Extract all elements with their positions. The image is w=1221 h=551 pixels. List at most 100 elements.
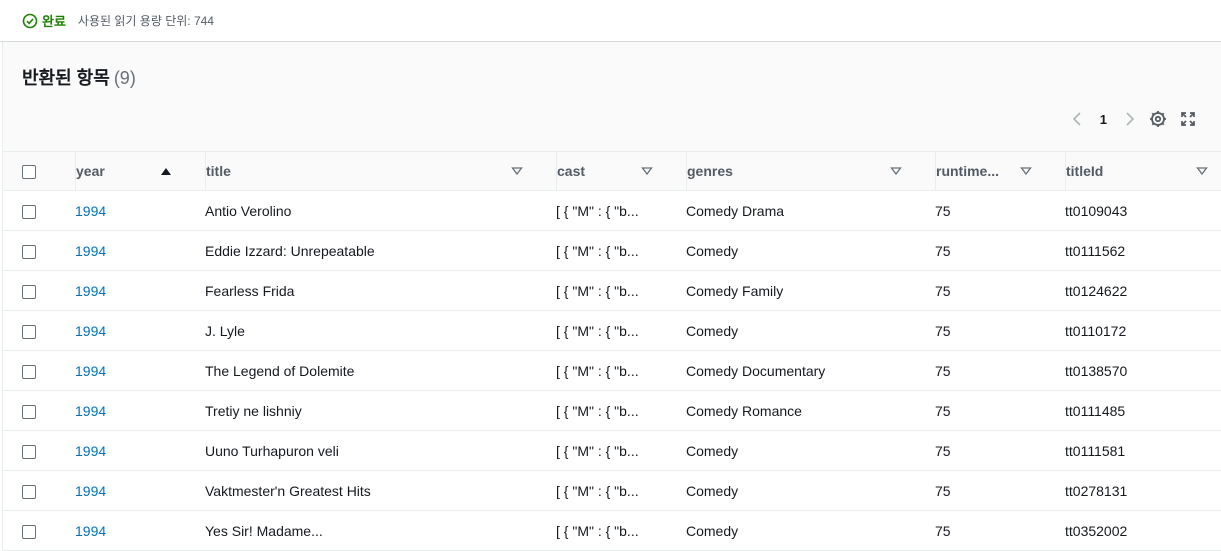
title-cell: Fearless Frida (205, 282, 295, 299)
cast-cell: [ { "M" : { "b... (556, 362, 639, 379)
caret-down-icon (1196, 167, 1208, 176)
table-row[interactable]: 1994 Uuno Turhapuron veli [ { "M" : { "b… (3, 431, 1221, 471)
year-link[interactable]: 1994 (75, 203, 106, 219)
row-checkbox[interactable] (22, 284, 36, 299)
item-count: (9) (113, 68, 136, 88)
titleid-cell: tt0110172 (1065, 322, 1127, 339)
table-tools (1139, 108, 1199, 130)
column-header-genres[interactable]: genres (667, 152, 916, 191)
column-label: titleId (1066, 163, 1104, 179)
status-bar: 완료 사용된 읽기 용량 단위: 744 (0, 0, 1221, 42)
titleid-cell: tt0278131 (1065, 482, 1128, 499)
chevron-left-icon (1072, 112, 1081, 126)
year-link[interactable]: 1994 (75, 443, 106, 459)
genres-cell: Comedy Drama (686, 202, 785, 219)
table-row[interactable]: 1994 Antio Verolino [ { "M" : { "b... Co… (3, 191, 1221, 231)
row-checkbox[interactable] (22, 524, 36, 539)
table-row[interactable]: 1994 Fearless Frida [ { "M" : { "b... Co… (3, 271, 1221, 311)
runtime-cell: 75 (935, 282, 951, 299)
page-number-button[interactable]: 1 (1100, 112, 1107, 127)
genres-cell: Comedy Family (686, 282, 784, 299)
titleid-cell: tt0109043 (1065, 202, 1128, 219)
runtime-cell: 75 (935, 442, 951, 459)
row-checkbox[interactable] (22, 324, 36, 339)
column-header-title[interactable]: title (186, 152, 537, 191)
year-link[interactable]: 1994 (75, 483, 106, 499)
titleid-cell: tt0352002 (1065, 522, 1128, 539)
row-checkbox[interactable] (22, 244, 36, 259)
column-label: genres (687, 163, 733, 179)
column-label: cast (557, 163, 586, 179)
caret-down-icon (641, 167, 653, 176)
preferences-button[interactable] (1147, 108, 1169, 130)
runtime-cell: 75 (935, 242, 951, 259)
panel-header: 반환된 항목 (9) 1 (3, 42, 1221, 152)
title-cell: Tretiy ne lishniy (205, 402, 302, 419)
genres-cell: Comedy Romance (686, 402, 802, 419)
year-link[interactable]: 1994 (75, 523, 106, 539)
column-header-runtime[interactable]: runtime... (916, 152, 1046, 191)
table-row[interactable]: 1994 J. Lyle [ { "M" : { "b... Comedy 75… (3, 311, 1221, 351)
year-link[interactable]: 1994 (75, 403, 106, 419)
next-page-button[interactable] (1119, 108, 1141, 130)
runtime-cell: 75 (935, 522, 951, 539)
cast-cell: [ { "M" : { "b... (556, 242, 639, 259)
cast-cell: [ { "M" : { "b... (556, 442, 639, 459)
title-cell: The Legend of Dolemite (205, 362, 355, 379)
year-link[interactable]: 1994 (75, 283, 106, 299)
year-link[interactable]: 1994 (75, 363, 106, 379)
genres-cell: Comedy (686, 322, 739, 339)
cast-cell: [ { "M" : { "b... (556, 282, 639, 299)
genres-cell: Comedy (686, 482, 739, 499)
cast-cell: [ { "M" : { "b... (556, 522, 639, 539)
previous-page-button[interactable] (1066, 108, 1088, 130)
status-detail: 사용된 읽기 용량 단위: 744 (77, 14, 214, 28)
title-cell: Antio Verolino (205, 202, 292, 219)
genres-cell: Comedy (686, 242, 739, 259)
table-header-row: year title cast genres runtime... titleI… (3, 152, 1221, 191)
table-row[interactable]: 1994 The Legend of Dolemite [ { "M" : { … (3, 351, 1221, 391)
panel-title-text: 반환된 항목 (22, 68, 110, 88)
year-link[interactable]: 1994 (75, 243, 106, 259)
row-checkbox[interactable] (22, 404, 36, 419)
results-panel: 반환된 항목 (9) 1 year title cast genres runt… (2, 42, 1221, 551)
title-cell: Eddie Izzard: Unrepeatable (205, 242, 375, 259)
row-checkbox[interactable] (22, 204, 36, 219)
chevron-right-icon (1126, 112, 1135, 126)
caret-down-icon (1020, 167, 1032, 176)
titleid-cell: tt0111562 (1065, 242, 1126, 259)
cast-cell: [ { "M" : { "b... (556, 202, 639, 219)
table-row[interactable]: 1994 Vaktmester'n Greatest Hits [ { "M" … (3, 471, 1221, 511)
results-table: year title cast genres runtime... titleI… (3, 152, 1221, 551)
status-label: 완료 (42, 14, 66, 29)
row-checkbox[interactable] (22, 364, 36, 379)
runtime-cell: 75 (935, 402, 951, 419)
column-header-cast[interactable]: cast (537, 152, 667, 191)
row-checkbox[interactable] (22, 484, 36, 499)
column-label: title (206, 163, 231, 179)
select-all-checkbox[interactable] (22, 165, 36, 180)
column-label: year (76, 163, 105, 179)
status-completed: 완료 (22, 11, 66, 30)
select-all-header (3, 152, 56, 191)
caret-down-icon (890, 167, 902, 176)
titleid-cell: tt0138570 (1065, 362, 1128, 379)
genres-cell: Comedy Documentary (686, 362, 826, 379)
column-header-titleid[interactable]: titleId (1046, 152, 1221, 191)
check-circle-icon (22, 13, 38, 28)
row-checkbox[interactable] (22, 444, 36, 459)
column-header-year[interactable]: year (56, 152, 186, 191)
panel-title: 반환된 항목 (9) (22, 64, 136, 90)
runtime-cell: 75 (935, 482, 951, 499)
caret-down-icon (511, 167, 523, 176)
table-row[interactable]: 1994 Yes Sir! Madame... [ { "M" : { "b..… (3, 511, 1221, 551)
column-label: runtime... (936, 163, 1000, 179)
title-cell: Vaktmester'n Greatest Hits (205, 482, 371, 499)
cast-cell: [ { "M" : { "b... (556, 482, 639, 499)
year-link[interactable]: 1994 (75, 323, 106, 339)
table-row[interactable]: 1994 Eddie Izzard: Unrepeatable [ { "M" … (3, 231, 1221, 271)
sort-ascending-icon (161, 168, 171, 175)
title-cell: J. Lyle (205, 322, 245, 339)
fullscreen-button[interactable] (1177, 108, 1199, 130)
table-row[interactable]: 1994 Tretiy ne lishniy [ { "M" : { "b...… (3, 391, 1221, 431)
